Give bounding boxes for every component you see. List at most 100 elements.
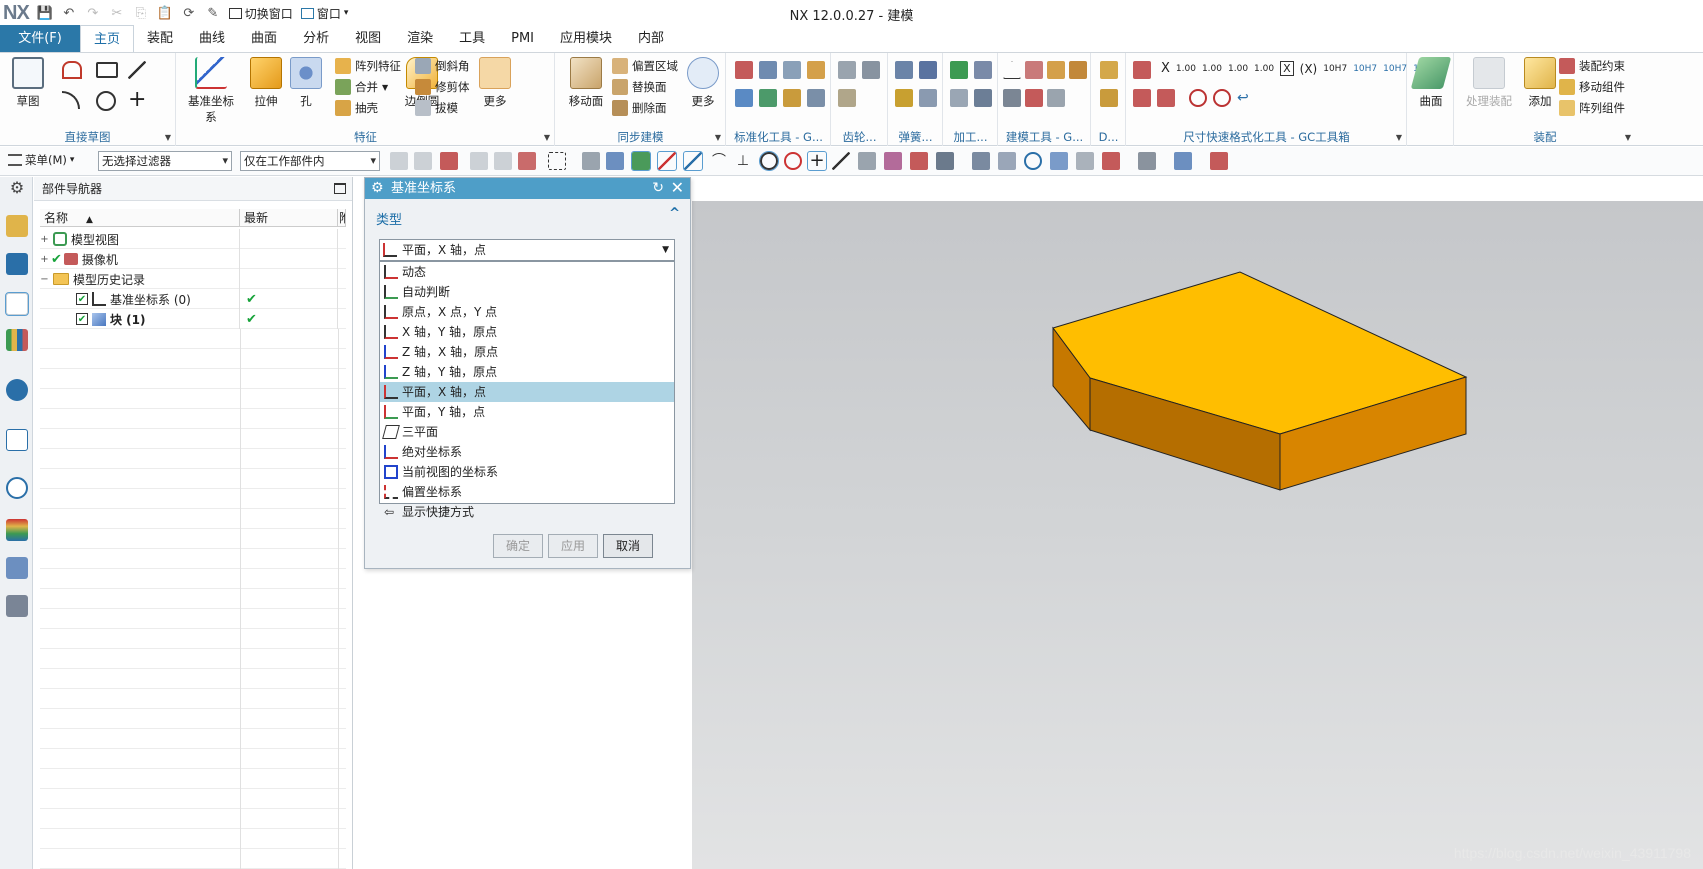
- dim-token[interactable]: 10H7: [1353, 64, 1377, 74]
- draft-button[interactable]: 拔模: [415, 100, 458, 116]
- modeling-tool-icon[interactable]: [1025, 89, 1043, 107]
- tool-icon[interactable]: [759, 61, 777, 79]
- visualization-icon[interactable]: [6, 519, 28, 541]
- chevron-down-icon[interactable]: ▼: [715, 133, 721, 142]
- switch-window-button[interactable]: 切换窗口: [228, 5, 293, 22]
- tab-home[interactable]: 主页: [80, 25, 135, 52]
- option-current-view-csys[interactable]: 当前视图的坐标系: [380, 462, 674, 482]
- box-select-icon[interactable]: [548, 152, 566, 170]
- type-select[interactable]: 平面，X 轴，点: [379, 239, 675, 261]
- undo-icon[interactable]: ↶: [60, 4, 78, 22]
- dim-token[interactable]: 10H7: [1323, 64, 1347, 74]
- gear-icon[interactable]: ⚙: [6, 177, 28, 199]
- snap-icon[interactable]: [414, 152, 432, 170]
- option-x-axis-y-axis-origin[interactable]: X 轴，Y 轴，原点: [380, 322, 674, 342]
- surface-button[interactable]: 曲面: [1410, 57, 1452, 109]
- chevron-down-icon[interactable]: ▼: [165, 133, 171, 142]
- pattern-component-button[interactable]: 阵列组件: [1559, 100, 1625, 116]
- add-component-button[interactable]: 添加: [1523, 57, 1557, 109]
- option-z-axis-y-axis-origin[interactable]: Z 轴，Y 轴，原点: [380, 362, 674, 382]
- line-icon[interactable]: [128, 61, 146, 79]
- tab-tools[interactable]: 工具: [446, 27, 498, 52]
- gear-tool-icon[interactable]: [838, 89, 856, 107]
- dim-tool-icon[interactable]: ↩: [1237, 89, 1255, 107]
- snap-icon[interactable]: [390, 152, 408, 170]
- touch-mode-icon[interactable]: ✎: [204, 4, 222, 22]
- tab-analysis[interactable]: 分析: [290, 27, 342, 52]
- maximize-icon[interactable]: [334, 183, 346, 194]
- option-plane-x-axis-point[interactable]: 平面，X 轴，点: [380, 382, 674, 402]
- d-tool-icon[interactable]: [1100, 89, 1118, 107]
- chamfer-button[interactable]: 倒斜角: [415, 58, 470, 74]
- modeling-tool-icon[interactable]: [1047, 89, 1065, 107]
- spring-icon[interactable]: [895, 89, 913, 107]
- tool-icon[interactable]: [735, 61, 753, 79]
- web-browser-icon[interactable]: [6, 429, 28, 451]
- modeling-tool-icon[interactable]: [1003, 61, 1021, 79]
- paste-icon[interactable]: 📋: [156, 4, 174, 22]
- tab-file[interactable]: 文件(F): [0, 25, 80, 52]
- arc-icon[interactable]: [62, 91, 80, 109]
- snap-icon[interactable]: [936, 152, 954, 170]
- chevron-down-icon[interactable]: ▼: [1396, 133, 1402, 142]
- shading-icon[interactable]: [1210, 152, 1228, 170]
- system-scene-icon[interactable]: [6, 595, 28, 617]
- replace-face-button[interactable]: 替换面: [612, 79, 667, 95]
- snap-icon[interactable]: [832, 152, 850, 170]
- modeling-tool-icon[interactable]: [1003, 89, 1021, 107]
- offset-region-button[interactable]: 偏置区域: [612, 58, 678, 74]
- center-snap-icon[interactable]: [759, 151, 779, 171]
- gear-icon[interactable]: ⚙: [371, 178, 384, 199]
- option-offset-csys[interactable]: 偏置坐标系: [380, 482, 674, 502]
- roles-icon[interactable]: [6, 557, 28, 579]
- history-icon[interactable]: [6, 477, 28, 499]
- chevron-down-icon[interactable]: ▼: [544, 133, 550, 142]
- tool-icon[interactable]: [735, 89, 753, 107]
- dim-token[interactable]: X: [1280, 61, 1294, 76]
- datum-csys-button[interactable]: 基准坐标系: [183, 57, 239, 125]
- snap-icon[interactable]: ⊥: [734, 152, 752, 170]
- spring-icon[interactable]: [919, 89, 937, 107]
- machining-icon[interactable]: [974, 89, 992, 107]
- dim-tool-icon[interactable]: [1213, 89, 1231, 107]
- option-absolute-csys[interactable]: 绝对坐标系: [380, 442, 674, 462]
- window-menu-button[interactable]: 窗口 ▾: [300, 5, 348, 22]
- tab-assembly[interactable]: 装配: [134, 27, 186, 52]
- move-face-button[interactable]: 移动面: [564, 57, 608, 109]
- dim-tool-icon[interactable]: [1133, 89, 1151, 107]
- spring-icon[interactable]: [895, 61, 913, 79]
- save-icon[interactable]: 💾: [36, 4, 54, 22]
- section-title-type[interactable]: 类型: [376, 209, 402, 228]
- modeling-tool-icon[interactable]: [1069, 61, 1087, 79]
- process-assembly-button[interactable]: 处理装配: [1461, 57, 1517, 109]
- select-icon[interactable]: [582, 152, 600, 170]
- tab-internal[interactable]: 内部: [625, 27, 677, 52]
- copy-icon[interactable]: ⎘: [132, 4, 150, 22]
- expand-icon[interactable]: +: [40, 234, 49, 245]
- select-icon[interactable]: [631, 151, 651, 171]
- collapse-icon[interactable]: −: [40, 274, 49, 285]
- tool-icon[interactable]: [807, 89, 825, 107]
- graphics-viewport[interactable]: [692, 177, 1703, 869]
- shading-icon[interactable]: [1138, 152, 1156, 170]
- cut-icon[interactable]: ✂: [108, 4, 126, 22]
- machining-icon[interactable]: [974, 61, 992, 79]
- menu-button[interactable]: 菜单(M) ▾: [8, 152, 74, 168]
- part-navigator-icon[interactable]: [5, 292, 29, 316]
- move-component-button[interactable]: 移动组件: [1559, 79, 1625, 95]
- view-icon[interactable]: [998, 152, 1016, 170]
- sketch-button[interactable]: 草图: [6, 57, 50, 109]
- tab-render[interactable]: 渲染: [394, 27, 446, 52]
- tree-row-datum-csys[interactable]: ✔ 基准坐标系 (0) ✔: [40, 289, 346, 309]
- dim-token[interactable]: 1.00: [1254, 64, 1274, 74]
- dim-token[interactable]: 10H7: [1383, 64, 1407, 74]
- info-icon[interactable]: [6, 379, 28, 401]
- option-plane-y-axis-point[interactable]: 平面，Y 轴，点: [380, 402, 674, 422]
- apply-button[interactable]: 应用: [548, 534, 598, 558]
- selection-scope-select[interactable]: 仅在工作部件内: [240, 151, 380, 171]
- profile-icon[interactable]: [62, 61, 82, 79]
- column-latest[interactable]: 最新: [240, 209, 338, 227]
- dim-token[interactable]: 1.00: [1228, 64, 1248, 74]
- snap-icon[interactable]: ⌒: [710, 152, 728, 170]
- reuse-library-icon[interactable]: [6, 329, 28, 351]
